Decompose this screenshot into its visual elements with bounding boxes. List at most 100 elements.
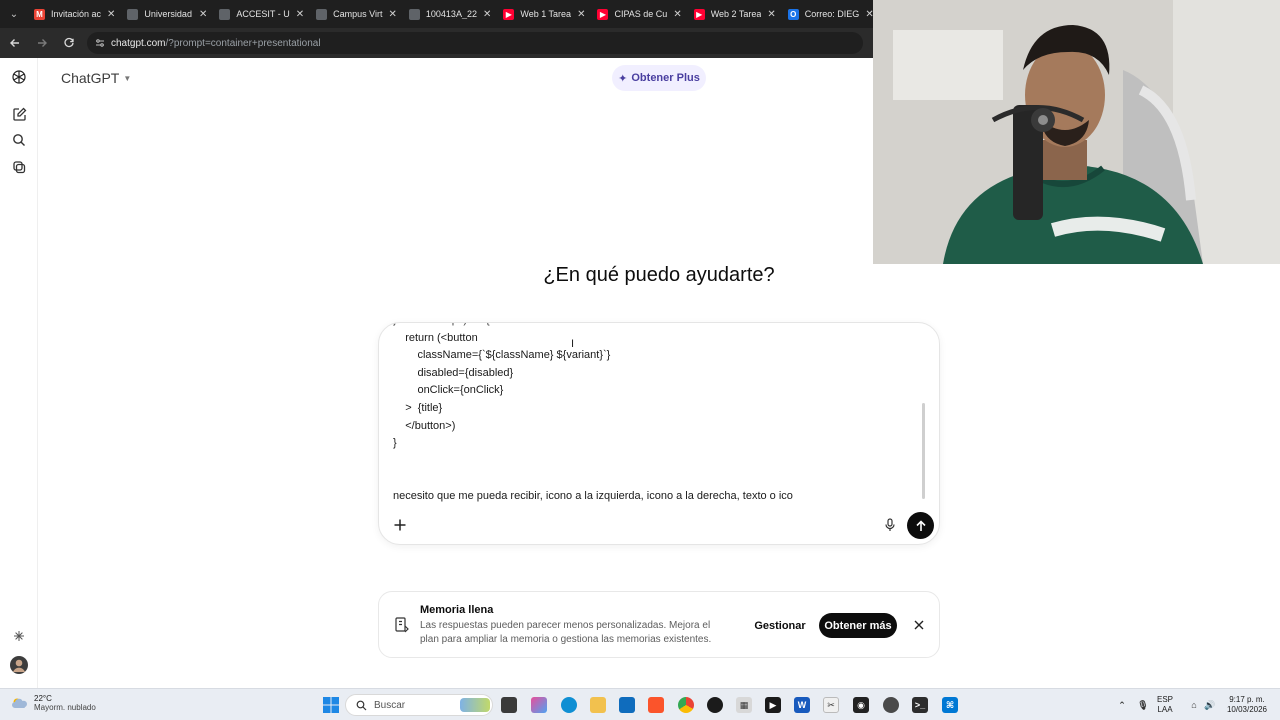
browser-tab[interactable]: O Correo: DIEG ✕: [782, 0, 873, 28]
back-arrow-icon[interactable]: [3, 31, 27, 55]
send-button[interactable]: [907, 512, 934, 539]
tab-close-icon[interactable]: ✕: [199, 9, 207, 20]
youtube-icon: ▶: [693, 8, 705, 20]
github-desktop-icon[interactable]: [883, 697, 899, 713]
brave-icon[interactable]: [648, 697, 664, 713]
taskbar-search[interactable]: Buscar: [345, 694, 493, 716]
chrome-icon[interactable]: [678, 697, 694, 713]
tab-close-icon[interactable]: ✕: [107, 9, 115, 20]
sparkle-icon[interactable]: [10, 627, 28, 645]
cloud-sun-icon: [12, 698, 27, 708]
page-icon: [127, 8, 139, 20]
edge-icon[interactable]: [561, 697, 577, 713]
word-icon[interactable]: W: [794, 697, 810, 713]
page-icon: [316, 8, 328, 20]
snipping-tool-icon[interactable]: ✂: [823, 697, 839, 713]
prompt-text-line: disabled={disabled}: [393, 366, 514, 379]
url-bar[interactable]: chatgpt.com/?prompt=container+presentati…: [87, 32, 863, 54]
language-code: ESP: [1157, 695, 1174, 704]
browser-tab-strip: ⌄ M Invitación ac ✕ Universidad ✕ ACCESIT - U…: [0, 0, 873, 28]
prompt-text-line: className={`${className} ${variant}`}: [393, 349, 611, 362]
new-chat-icon[interactable]: [10, 105, 28, 123]
app-icon[interactable]: ▦: [736, 697, 752, 713]
windows-start-icon[interactable]: [323, 697, 339, 713]
obs-icon[interactable]: ◉: [853, 697, 869, 713]
browser-tab[interactable]: ▶ CIPAS de Cu ✕: [591, 0, 687, 28]
library-icon[interactable]: [10, 158, 28, 176]
gmail-icon: M: [34, 8, 45, 20]
memory-full-banner: Memoria llena Las respuestas pueden pare…: [378, 591, 940, 658]
page-headline: ¿En qué puedo ayudarte?: [543, 264, 775, 286]
weather-widget[interactable]: 22°C Mayorm. nublado: [10, 694, 96, 712]
browser-tab[interactable]: ▶ Web 1 Tarea ✕: [497, 0, 591, 28]
search-highlight-image: [460, 698, 490, 712]
app-title: ChatGPT: [61, 70, 120, 86]
browser-tab[interactable]: Universidad ✕: [121, 0, 213, 28]
prompt-text-line: necesito que me pueda recibir, icono a l…: [393, 489, 793, 502]
page-icon: [408, 8, 420, 20]
get-plus-button[interactable]: ✦ Obtener Plus: [612, 65, 706, 91]
tab-close-icon[interactable]: ✕: [389, 9, 397, 20]
model-selector[interactable]: ChatGPT ▼: [61, 70, 131, 86]
browser-tab[interactable]: ACCESIT - U ✕: [213, 0, 310, 28]
tab-close-icon[interactable]: ✕: [483, 9, 491, 20]
manage-memory-button[interactable]: Gestionar: [749, 614, 811, 638]
memory-description: Las respuestas pueden parecer menos pers…: [420, 620, 712, 645]
sidebar: [0, 58, 38, 688]
github-icon[interactable]: [707, 697, 723, 713]
sparkle-icon: ✦: [618, 72, 628, 85]
close-icon[interactable]: [910, 616, 928, 634]
get-plus-label: Obtener Plus: [631, 72, 700, 84]
terminal-icon[interactable]: >_: [912, 697, 928, 713]
keyboard-language[interactable]: ESP LAA: [1157, 695, 1173, 715]
page-icon: [219, 8, 231, 20]
tab-close-icon[interactable]: ✕: [577, 9, 585, 20]
prompt-text-line: > {title}: [393, 401, 443, 414]
browser-tab-title: Correo: DIEG: [804, 9, 860, 19]
site-info-icon[interactable]: [95, 38, 105, 48]
clock-date: 10/03/2026: [1226, 705, 1268, 714]
tab-close-icon[interactable]: ✕: [767, 9, 775, 20]
openai-logo-icon[interactable]: [10, 68, 28, 86]
browser-tab[interactable]: Campus Virt ✕: [310, 0, 403, 28]
get-more-button[interactable]: Obtener más: [819, 613, 897, 638]
forward-arrow-icon[interactable]: [30, 31, 54, 55]
browser-tab-title: ACCESIT - U: [236, 9, 290, 19]
network-icon[interactable]: ⌂: [1186, 697, 1202, 713]
store-icon[interactable]: [619, 697, 635, 713]
memory-title: Memoria llena: [420, 604, 494, 616]
add-attachment-button[interactable]: [389, 514, 411, 536]
prompt-text-line: }: ButtonProps) => {: [393, 323, 913, 330]
webcam-overlay: [873, 0, 1280, 264]
sublime-icon[interactable]: ▶: [765, 697, 781, 713]
clock-time: 9:17 p. m.: [1229, 695, 1265, 704]
task-view-icon[interactable]: [501, 697, 517, 713]
tab-close-icon[interactable]: ✕: [296, 9, 304, 20]
chevron-up-icon[interactable]: ⌃: [1114, 697, 1130, 713]
tab-search-chevron-icon[interactable]: ⌄: [0, 0, 28, 28]
prompt-textarea[interactable]: }: ButtonProps) => { return (<button cla…: [393, 323, 913, 503]
browser-tab[interactable]: ▶ Web 2 Tarea ✕: [688, 0, 782, 28]
browser-tab[interactable]: 100413A_22 ✕: [403, 0, 497, 28]
browser-tab-title: Campus Virt: [333, 9, 383, 19]
microphone-icon[interactable]: 🎙: [1135, 697, 1151, 713]
reload-icon[interactable]: [57, 31, 81, 55]
file-explorer-icon[interactable]: [590, 697, 606, 713]
prompt-composer[interactable]: }: ButtonProps) => { return (<button cla…: [378, 322, 940, 545]
prompt-text-line: [393, 453, 913, 471]
webcam-presenter-image: [873, 0, 1280, 264]
layout-code: LAA: [1157, 705, 1173, 714]
system-clock[interactable]: 9:17 p. m. 10/03/2026: [1222, 695, 1272, 715]
windows-taskbar: 22°C Mayorm. nublado Buscar ▦ ▶ W ✂ ◉ >_…: [0, 688, 1280, 720]
volume-icon[interactable]: 🔊: [1202, 697, 1218, 713]
microphone-icon[interactable]: [882, 516, 898, 534]
copilot-icon[interactable]: [531, 697, 547, 713]
tab-close-icon[interactable]: ✕: [865, 9, 873, 20]
vscode-icon[interactable]: ⌘: [942, 697, 958, 713]
search-icon[interactable]: [10, 131, 28, 149]
composer-scrollbar[interactable]: [922, 403, 925, 499]
tab-close-icon[interactable]: ✕: [673, 9, 681, 20]
outlook-icon: O: [787, 8, 799, 20]
browser-tab[interactable]: M Invitación ac ✕: [28, 0, 121, 28]
user-avatar[interactable]: [10, 656, 28, 674]
